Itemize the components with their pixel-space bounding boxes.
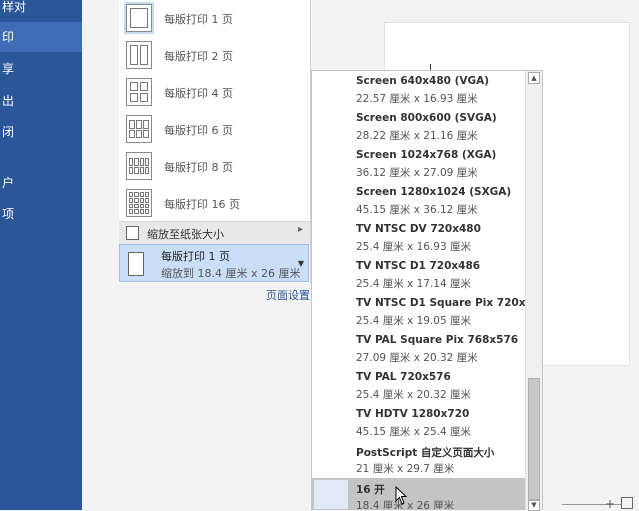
paper-size-item[interactable]: TV PAL 720x576 25.4 厘米 x 20.32 厘米 <box>312 367 526 404</box>
paper-size-item[interactable]: TV PAL Square Pix 768x576 27.09 厘米 x 20.… <box>312 330 526 367</box>
paper-size-dimensions: 36.12 厘米 x 27.09 厘米 <box>356 167 478 179</box>
chevron-down-icon: ▼ <box>297 259 304 268</box>
paper-size-name: TV HDTV 1280x720 <box>356 408 470 420</box>
paper-size-dimensions: 45.15 厘米 x 25.4 厘米 <box>356 426 472 438</box>
paper-size-dimensions: 21 厘米 x 29.7 厘米 <box>356 463 455 475</box>
paper-size-dimensions: 27.09 厘米 x 20.32 厘米 <box>356 352 478 364</box>
dropdown-primary-text: 每版打印 1 页 <box>161 250 230 263</box>
pps-item-4[interactable]: 每版打印 4 页 <box>119 74 310 111</box>
paper-size-name: TV PAL 720x576 <box>356 371 451 383</box>
sidebar-item-close[interactable]: 闭 <box>0 117 82 147</box>
pps-item-8[interactable]: 每版打印 8 页 <box>119 148 310 185</box>
pps-item-16[interactable]: 每版打印 16 页 <box>119 185 310 222</box>
pps-item-label: 每版打印 4 页 <box>164 87 233 100</box>
zoom-in-icon[interactable]: + <box>605 497 615 511</box>
paper-size-item[interactable]: Screen 1280x1024 (SXGA) 45.15 厘米 x 36.12… <box>312 182 526 219</box>
pps-item-6[interactable]: 每版打印 6 页 <box>119 111 310 148</box>
scroll-down-arrow-icon[interactable]: ▼ <box>528 500 540 511</box>
paper-size-item[interactable]: Screen 640x480 (VGA) 22.57 厘米 x 16.93 厘米 <box>312 71 526 108</box>
paper-size-item[interactable]: TV HDTV 1280x720 45.15 厘米 x 25.4 厘米 <box>312 404 526 441</box>
pps-item-label: 每版打印 6 页 <box>164 124 233 137</box>
paper-size-name: TV PAL Square Pix 768x576 <box>356 334 519 346</box>
paper-size-item[interactable]: TV NTSC D1 Square Pix 720x540 25.4 厘米 x … <box>312 293 542 330</box>
pps-item-label: 每版打印 8 页 <box>164 161 233 174</box>
zoom-to-page-icon[interactable] <box>621 497 633 509</box>
paper-size-dimensions: 45.15 厘米 x 36.12 厘米 <box>356 204 478 216</box>
paper-size-dimensions: 25.4 厘米 x 19.05 厘米 <box>356 315 472 327</box>
paper-size-name: Screen 800x600 (SVGA) <box>356 112 497 124</box>
scrollbar-thumb[interactable] <box>528 378 540 500</box>
paper-size-item[interactable]: TV NTSC DV 720x480 25.4 厘米 x 16.93 厘米 <box>312 219 526 256</box>
paper-size-item[interactable]: Screen 1024x768 (XGA) 36.12 厘米 x 27.09 厘… <box>312 145 526 182</box>
paper-size-name: TV NTSC DV 720x480 <box>356 223 481 235</box>
pps-item-label: 每版打印 16 页 <box>164 198 240 211</box>
pps-item-1[interactable]: 每版打印 1 页 <box>119 0 310 37</box>
paper-size-list: Screen 640x480 (VGA) 22.57 厘米 x 16.93 厘米… <box>311 70 543 510</box>
sidebar-item-share[interactable]: 享 <box>0 54 82 84</box>
paper-size-dimensions: 22.57 厘米 x 16.93 厘米 <box>356 93 478 105</box>
scale-to-paper-size-item[interactable]: 缩放至纸张大小 ▸ <box>119 221 310 245</box>
paper-size-name: Screen 640x480 (VGA) <box>356 75 490 87</box>
pps-item-2[interactable]: 每版打印 2 页 <box>119 37 310 74</box>
paper-size-item[interactable]: Screen 800x600 (SVGA) 28.22 厘米 x 21.16 厘… <box>312 108 526 145</box>
page-layout-1-icon <box>124 2 154 34</box>
paper-size-name: PostScript 自定义页面大小 <box>356 447 495 459</box>
page-setup-link[interactable]: 页面设置 <box>266 287 310 303</box>
pps-item-label: 每版打印 1 页 <box>164 13 233 26</box>
page-layout-2-icon <box>126 41 152 69</box>
chevron-right-icon: ▸ <box>297 224 303 235</box>
page-layout-6-icon <box>126 115 152 143</box>
page-icon <box>128 252 144 276</box>
scroll-up-arrow-icon[interactable]: ▲ <box>528 72 540 84</box>
paper-size-item[interactable]: TV NTSC D1 720x486 25.4 厘米 x 17.14 厘米 <box>312 256 526 293</box>
sidebar-item-options[interactable]: 项 <box>0 199 82 229</box>
pages-per-sheet-dropdown[interactable]: 每版打印 1 页 缩放到 18.4 厘米 x 26 厘米 ▼ <box>119 244 309 282</box>
paper-size-dimensions: 28.22 厘米 x 21.16 厘米 <box>356 130 478 142</box>
pps-item-label: 每版打印 2 页 <box>164 50 233 63</box>
paper-size-name: Screen 1024x768 (XGA) <box>356 149 497 161</box>
sidebar-item-account[interactable]: 户 <box>0 168 82 198</box>
paper-size-dimensions: 25.4 厘米 x 16.93 厘米 <box>356 241 472 253</box>
paper-size-dimensions: 25.4 厘米 x 20.32 厘米 <box>356 389 472 401</box>
paper-size-item-hovered[interactable]: 16 开 18.4 厘米 x 26 厘米 <box>312 478 526 509</box>
sidebar-item-export[interactable]: 出 <box>0 86 82 116</box>
page-layout-4-icon <box>126 78 152 106</box>
dropdown-secondary-text: 缩放到 18.4 厘米 x 26 厘米 <box>161 267 301 280</box>
sidebar-item-print[interactable]: 印 <box>0 22 82 52</box>
sidebar-item-compare[interactable]: 样对 <box>0 0 82 22</box>
paper-size-name: 16 开 <box>356 484 385 496</box>
scale-to-paper-label: 缩放至纸张大小 <box>147 228 224 241</box>
paper-size-dimensions: 25.4 厘米 x 17.14 厘米 <box>356 278 472 290</box>
selection-swatch <box>314 480 348 509</box>
page-layout-8-icon <box>126 152 152 180</box>
paper-size-name: Screen 1280x1024 (SXGA) <box>356 186 512 198</box>
paper-size-name: TV NTSC D1 720x486 <box>356 260 481 272</box>
paper-size-name: TV NTSC D1 Square Pix 720x540 <box>356 297 543 309</box>
paper-size-item[interactable]: PostScript 自定义页面大小 21 厘米 x 29.7 厘米 <box>312 441 526 478</box>
page-icon <box>126 226 139 240</box>
page-layout-16-icon <box>126 189 152 217</box>
backstage-sidebar: 样对 印 享 出 闭 户 项 <box>0 0 82 510</box>
